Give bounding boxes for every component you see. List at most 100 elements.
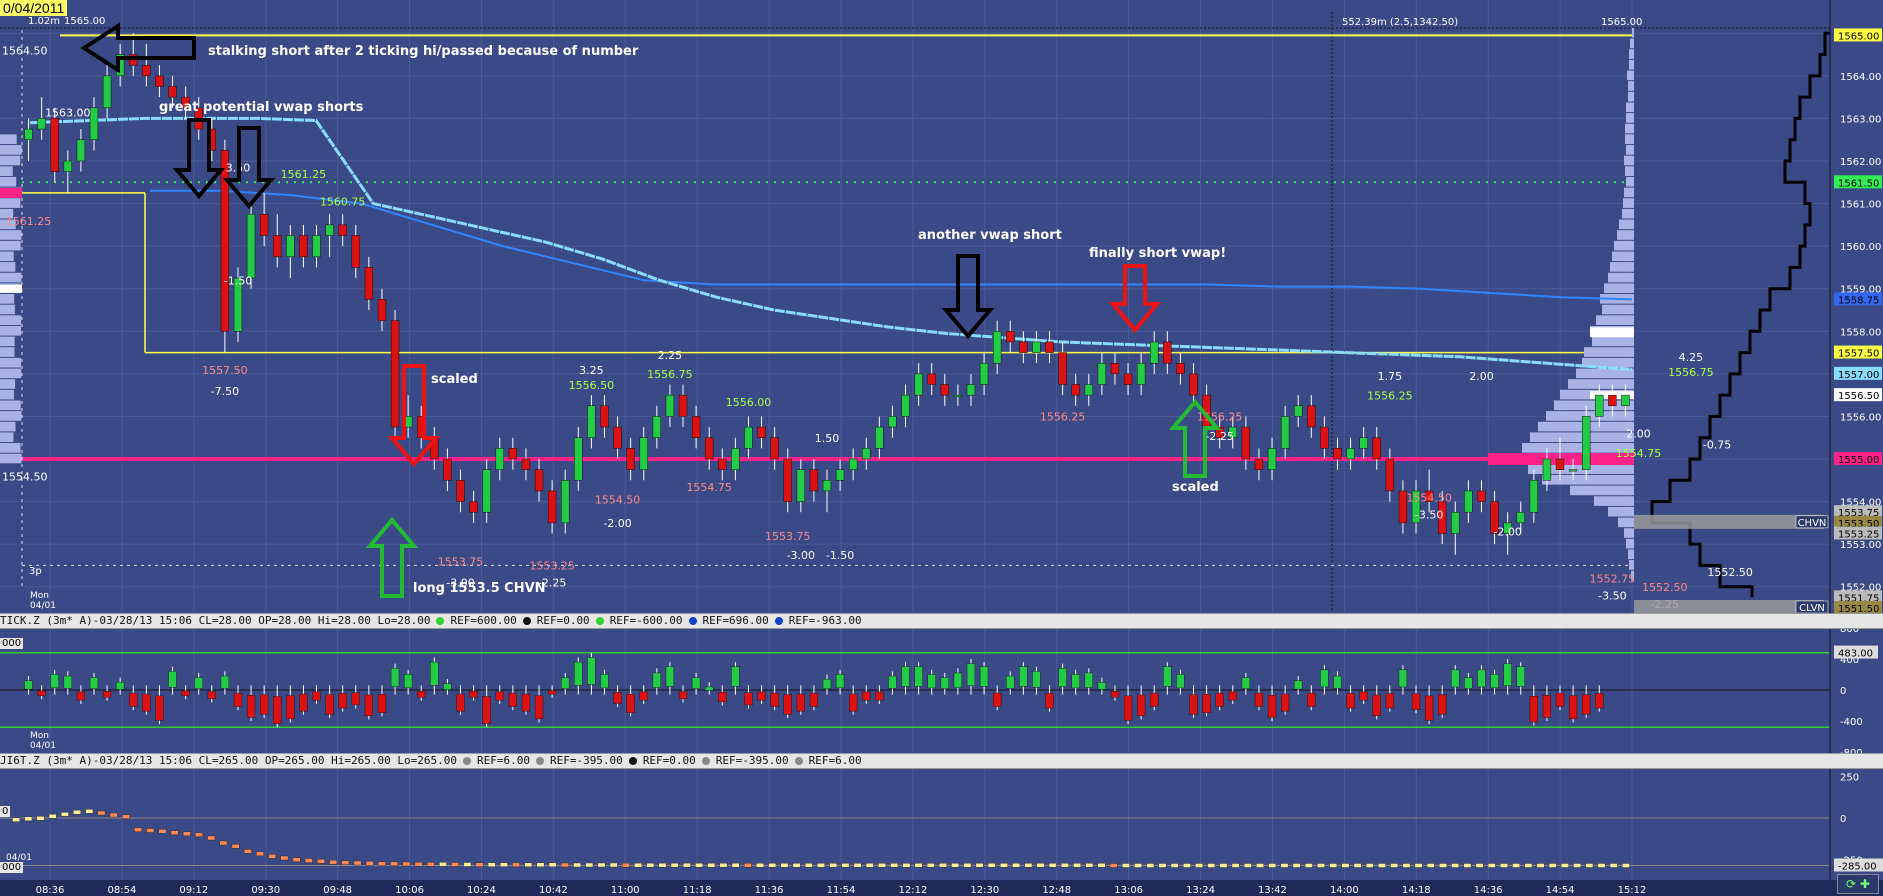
candle-body xyxy=(835,469,845,481)
ji6t-candle xyxy=(646,862,655,868)
tick-body xyxy=(574,661,583,686)
candle-body xyxy=(744,426,753,449)
candle-body xyxy=(1595,394,1604,417)
ji6t-candle xyxy=(1048,863,1057,868)
tick-body xyxy=(718,691,727,703)
profile-bar-left xyxy=(0,421,16,432)
candle-body xyxy=(849,458,858,470)
tick-body xyxy=(862,691,871,701)
candle-body xyxy=(1019,341,1028,353)
candle-body xyxy=(613,426,622,449)
chart-stage: 1561.25 3.50 -1.50 1557.50 -7.50 1561.25 1560.… xyxy=(0,0,1883,896)
ji6t-candle xyxy=(536,862,545,868)
candle-body xyxy=(1320,426,1329,449)
candle-body xyxy=(901,394,910,417)
price-annotation: 1553.75 xyxy=(765,530,811,543)
tick-body xyxy=(181,690,190,696)
profile-bar xyxy=(1625,134,1634,145)
price-badge-label: 1561.50 xyxy=(1838,178,1879,189)
profile-bar-left xyxy=(0,325,22,336)
ji6t-candle xyxy=(256,851,264,857)
ji6t-candle xyxy=(1000,863,1008,868)
tick-body xyxy=(1006,675,1015,689)
tick-body xyxy=(1411,693,1421,710)
profile-bar-left xyxy=(0,155,21,166)
tick-body xyxy=(312,691,321,701)
profile-bar-left xyxy=(0,176,17,187)
profile-bar xyxy=(1602,304,1634,315)
tick-body xyxy=(1097,682,1107,690)
ji6t-candle xyxy=(1426,863,1435,868)
candle-body xyxy=(1084,384,1093,396)
price-badge-label: 1553.25 xyxy=(1838,530,1879,541)
candle-body xyxy=(1621,394,1630,407)
candle-body xyxy=(1045,341,1054,353)
time-tick-label: 08:36 xyxy=(36,885,65,896)
price-annotation: 1556.50 xyxy=(569,379,615,392)
tick-axis-label: 0 xyxy=(1840,686,1846,697)
tick-body xyxy=(456,693,465,712)
price-annotation: 1554.50 xyxy=(595,494,641,507)
annotation-stalking: stalking short after 2 ticking hi/passed… xyxy=(208,44,639,59)
tick-body xyxy=(1058,668,1067,687)
price-tick-label: 1562.00 xyxy=(1840,157,1881,168)
tick-body xyxy=(417,691,426,698)
strip-text: REF=-395.00 xyxy=(549,754,623,767)
candle-body xyxy=(456,480,465,502)
ji6t-candle xyxy=(1036,863,1045,868)
price-annotation: 1556.75 xyxy=(1668,366,1714,379)
candle-body xyxy=(940,384,949,396)
time-tick-label: 10:42 xyxy=(539,885,568,896)
profile-bar xyxy=(1625,166,1634,176)
tick-body xyxy=(1477,669,1486,688)
ji6t-candle xyxy=(695,862,703,868)
tick-body xyxy=(1464,677,1473,689)
candle-body xyxy=(1123,373,1133,385)
ji6t-candle xyxy=(1292,863,1301,868)
time-tick-label: 11:36 xyxy=(755,885,784,896)
tick-body xyxy=(116,682,125,690)
tick-body xyxy=(1176,674,1185,689)
tick-body xyxy=(1307,692,1316,707)
time-tick-label: 14:18 xyxy=(1402,885,1431,896)
profile-bar-left xyxy=(0,294,15,304)
tick-body xyxy=(1215,692,1224,707)
date-label: 0/04/2011 xyxy=(0,0,68,16)
ref-dot xyxy=(794,757,803,765)
ji6t-candle xyxy=(304,858,313,863)
candle-body xyxy=(600,405,609,428)
ji6t-candle xyxy=(109,812,118,818)
ji6t-candle xyxy=(951,863,960,868)
candle-body xyxy=(1136,362,1146,385)
annotation-long: long 1553.5 CHVN xyxy=(413,581,546,596)
candle-body xyxy=(1333,448,1342,460)
tick-body xyxy=(76,691,86,701)
tick-body xyxy=(1228,691,1237,701)
profile-bar xyxy=(1627,70,1634,81)
price-annotation: 1556.25 xyxy=(1367,389,1413,402)
ji6t-candle xyxy=(926,863,935,868)
tick-body xyxy=(1333,675,1342,689)
mon-date-text: 04/01 xyxy=(30,741,56,751)
profile-bar xyxy=(1530,432,1634,443)
price-annotation: 1557.50 xyxy=(202,364,248,377)
profile-bar-left xyxy=(0,357,21,368)
tick-body xyxy=(1150,692,1159,707)
tick-body xyxy=(626,694,635,713)
time-tick-label: 13:06 xyxy=(1114,885,1143,896)
candle-body xyxy=(1189,373,1198,396)
ji6t-candle xyxy=(1134,863,1142,868)
time-tick-label: 09:48 xyxy=(323,885,352,896)
candle-body xyxy=(1006,331,1015,343)
tick-body xyxy=(849,693,858,712)
price-tick-label: 1556.00 xyxy=(1840,412,1881,423)
price-annotation: 1554.50 xyxy=(1406,492,1452,505)
mon-label-tick: Mon 04/01 xyxy=(30,731,56,751)
tick-body xyxy=(1529,696,1538,723)
tick-body xyxy=(587,657,596,685)
strip-text: REF=696.00 xyxy=(702,614,769,627)
tick-body xyxy=(1320,669,1329,688)
price-annotation: -7.50 xyxy=(211,385,239,398)
refresh-icon[interactable]: ⟳ ✚ xyxy=(1837,874,1879,894)
candle-body xyxy=(364,267,374,300)
